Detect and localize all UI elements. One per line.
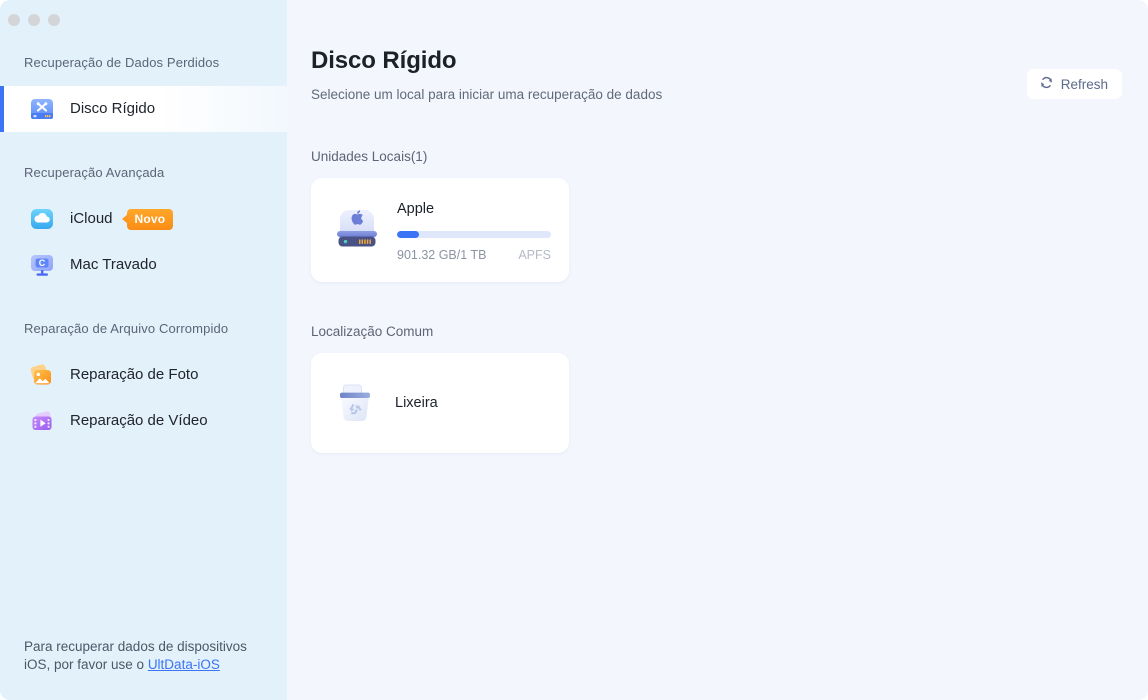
app-window: Recuperação de Dados Perdidos Disco Rígi… <box>0 0 1148 700</box>
drive-info: Apple 901.32 GB/1 TB APFS <box>397 198 551 262</box>
sidebar-item-label: Reparação de Vídeo <box>70 412 208 429</box>
refresh-icon <box>1039 75 1054 93</box>
group-label-common-location: Localização Comum <box>311 324 434 339</box>
sidebar-item-icloud[interactable]: iCloud Novo <box>0 196 287 242</box>
sidebar-section-file-repair: Reparação de Arquivo Corrompido <box>24 321 229 336</box>
main-content: Disco Rígido Selecione um local para ini… <box>287 0 1148 700</box>
drive-card-apple[interactable]: Apple 901.32 GB/1 TB APFS <box>311 178 569 282</box>
sidebar-item-label: Reparação de Foto <box>70 366 199 383</box>
refresh-label: Refresh <box>1060 76 1108 92</box>
locked-mac-icon: C <box>28 251 56 279</box>
trash-icon <box>329 377 381 429</box>
hard-drive-tools-icon <box>28 95 56 123</box>
video-repair-icon <box>28 407 56 435</box>
sidebar-section-advanced: Recuperação Avançada <box>24 165 165 180</box>
close-button[interactable] <box>8 13 20 26</box>
sidebar-section-lost-data: Recuperação de Dados Perdidos <box>24 55 220 70</box>
location-label: Lixeira <box>395 395 438 411</box>
photo-repair-icon <box>28 361 56 389</box>
icloud-icon <box>28 205 56 233</box>
drive-filesystem-text: APFS <box>518 248 551 262</box>
window-controls <box>0 0 287 30</box>
sidebar-item-label: iCloud <box>70 210 113 227</box>
page-title: Disco Rígido <box>311 47 457 74</box>
sidebar: Recuperação de Dados Perdidos Disco Rígi… <box>0 0 287 700</box>
status-badge: Novo <box>126 208 174 230</box>
sidebar-item-label: Disco Rígido <box>70 100 156 117</box>
drive-meta: 901.32 GB/1 TB APFS <box>397 248 551 262</box>
apple-hard-drive-icon <box>329 202 385 258</box>
svg-text:C: C <box>39 258 46 268</box>
drive-usage-bar <box>397 231 551 238</box>
sidebar-item-reparacao-de-foto[interactable]: Reparação de Foto <box>0 352 287 398</box>
group-label-local-drives: Unidades Locais(1) <box>311 149 428 164</box>
drive-usage-fill <box>397 231 419 238</box>
sidebar-nav: Recuperação de Dados Perdidos Disco Rígi… <box>0 30 287 638</box>
minimize-button[interactable] <box>28 13 40 26</box>
sidebar-item-mac-travado[interactable]: C Mac Travado <box>0 242 287 288</box>
page-subtitle: Selecione um local para iniciar uma recu… <box>311 87 663 102</box>
sidebar-item-label: Mac Travado <box>70 256 157 273</box>
page-header: Disco Rígido Selecione um local para ini… <box>311 0 1122 104</box>
drive-name: Apple <box>397 201 435 217</box>
sidebar-footer-note: Para recuperar dados de dispositivos iOS… <box>0 638 287 700</box>
page-header-text: Disco Rígido Selecione um local para ini… <box>311 46 662 104</box>
maximize-button[interactable] <box>48 13 60 26</box>
ultdata-ios-link[interactable]: UltData-iOS <box>148 657 220 672</box>
drive-capacity-text: 901.32 GB/1 TB <box>397 248 487 262</box>
location-card-lixeira[interactable]: Lixeira <box>311 353 569 453</box>
sidebar-item-disco-rigido[interactable]: Disco Rígido <box>0 86 287 132</box>
sidebar-item-reparacao-de-video[interactable]: Reparação de Vídeo <box>0 398 287 444</box>
refresh-button[interactable]: Refresh <box>1026 69 1122 99</box>
